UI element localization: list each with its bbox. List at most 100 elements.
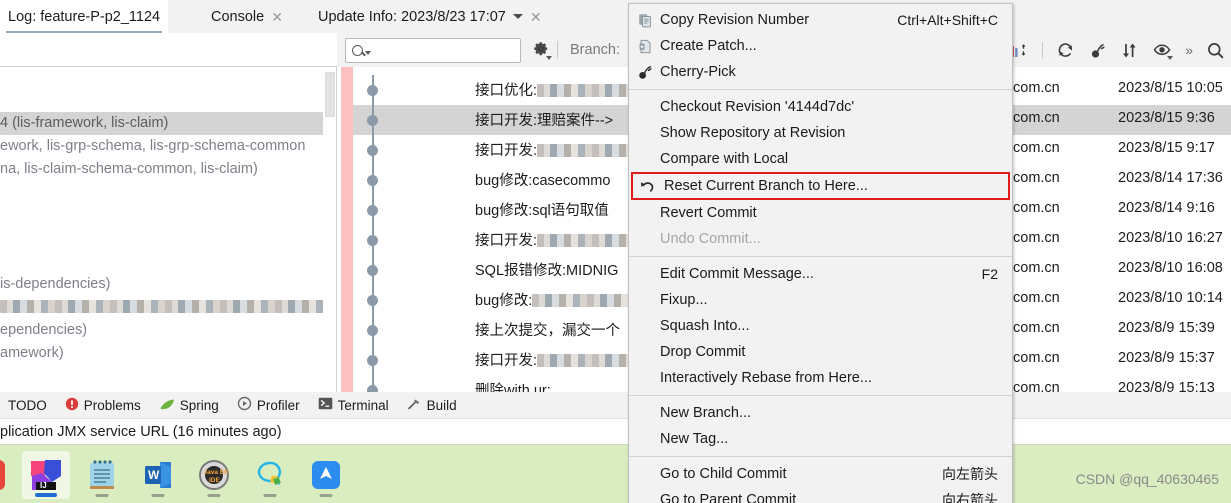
tool-button-spring[interactable]: Spring [159, 397, 219, 414]
menu-item-label: Copy Revision Number [660, 12, 810, 28]
tool-button-profiler[interactable]: Profiler [237, 396, 300, 414]
commit-date: 2023/8/10 10:14 [1118, 290, 1223, 306]
svg-text:Java EE: Java EE [204, 469, 230, 476]
cherry-pick-icon[interactable] [1088, 41, 1107, 60]
reset-icon [637, 178, 657, 194]
settings-button[interactable] [532, 40, 552, 60]
chat-icon[interactable] [246, 451, 294, 499]
menu-item-go-to-parent-commit[interactable]: Go to Parent Commit 向右箭头 [629, 487, 1012, 503]
search-icon[interactable] [1206, 41, 1225, 60]
menu-item-revert-commit[interactable]: Revert Commit [629, 200, 1012, 226]
profiler-icon [237, 396, 252, 414]
menu-item-label: Create Patch... [660, 38, 757, 54]
navigation-app-icon[interactable] [302, 451, 350, 499]
menu-separator [629, 456, 1012, 457]
menu-item-label: Revert Commit [660, 205, 757, 221]
menu-item-copy-revision-number[interactable]: Copy Revision Number Ctrl+Alt+Shift+C [629, 7, 1012, 33]
detail-pane-scrollbar[interactable] [325, 72, 335, 117]
chevron-down-icon[interactable] [546, 56, 552, 60]
terminal-icon [318, 397, 333, 413]
detail-row [0, 250, 323, 273]
log-toolbar: Branch: » [0, 33, 1231, 67]
menu-item-cherry-pick[interactable]: Cherry-Pick [629, 59, 1012, 85]
tab-log-label: Log: feature-P-p2_1124 [8, 8, 161, 25]
javaee-ide-icon[interactable]: Java EE IDE [190, 451, 238, 499]
close-icon[interactable]: ✕ [530, 10, 542, 24]
detail-row-text: ependencies) [0, 322, 88, 338]
menu-item-reset-current-branch-to-here[interactable]: Reset Current Branch to Here... [631, 172, 1010, 200]
tool-button-todo[interactable]: TODO [8, 398, 47, 413]
notepad-icon[interactable] [78, 451, 126, 499]
graph-node [367, 84, 378, 96]
chevron-down-icon[interactable] [365, 50, 371, 55]
detail-row: amework) [0, 342, 323, 365]
sort-icon[interactable] [1120, 41, 1139, 60]
detail-row [0, 227, 323, 250]
toolbar-left-filler [0, 33, 337, 67]
detail-row-text: amework) [0, 345, 64, 361]
menu-item-compare-with-local[interactable]: Compare with Local [629, 146, 1012, 172]
menu-item-fixup[interactable]: Fixup... [629, 287, 1012, 313]
cherry-pick-icon [635, 64, 655, 80]
intellij-idea-icon[interactable]: IJ [22, 451, 70, 499]
refresh-icon[interactable] [1056, 41, 1075, 60]
commit-author: com.cn [1013, 170, 1060, 186]
taskbar-partial-icon[interactable] [0, 451, 14, 499]
menu-item-label: Checkout Revision '4144d7dc' [660, 99, 855, 115]
graph-node [367, 384, 378, 392]
menu-item-checkout-revision[interactable]: Checkout Revision '4144d7dc' [629, 94, 1012, 120]
active-indicator [35, 493, 57, 497]
commit-author: com.cn [1013, 140, 1060, 156]
commit-author: com.cn [1013, 350, 1060, 366]
menu-item-label: Go to Child Commit [660, 466, 787, 482]
menu-item-squash-into[interactable]: Squash Into... [629, 313, 1012, 339]
problems-label: Problems [83, 397, 141, 413]
menu-item-create-patch[interactable]: Create Patch... [629, 33, 1012, 59]
menu-item-label: Show Repository at Revision [660, 125, 846, 141]
chevron-down-icon[interactable] [1167, 55, 1174, 60]
tab-console[interactable]: Console ✕ [203, 0, 291, 33]
menu-item-shortcut: Ctrl+Alt+Shift+C [897, 12, 998, 28]
os-taskbar: IJ W Java EE IDE CSDN @qq_40630465 [0, 444, 1231, 503]
tool-button-problems[interactable]: Problems [65, 397, 141, 414]
more-icon[interactable]: » [1185, 42, 1193, 58]
detail-row: 4 (lis-framework, lis-claim) [0, 112, 323, 135]
eye-icon[interactable] [1152, 41, 1174, 60]
commit-author: com.cn [1013, 80, 1060, 96]
menu-item-label: New Tag... [660, 431, 729, 447]
running-indicator [151, 494, 165, 497]
menu-item-shortcut: F2 [981, 266, 998, 282]
tool-button-build[interactable]: Build [407, 396, 457, 414]
tool-button-terminal[interactable]: Terminal [318, 397, 389, 413]
chevron-down-icon[interactable] [512, 14, 523, 19]
menu-item-label: Go to Parent Commit [660, 492, 797, 503]
word-icon[interactable]: W [134, 451, 182, 499]
detail-row [0, 204, 323, 227]
menu-item-new-branch[interactable]: New Branch... [629, 400, 1012, 426]
tab-update-info[interactable]: Update Info: 2023/8/23 17:07 ✕ [310, 0, 550, 33]
search-input[interactable] [345, 38, 521, 63]
commit-date: 2023/8/9 15:37 [1118, 350, 1215, 366]
menu-item-go-to-child-commit[interactable]: Go to Child Commit 向左箭头 [629, 461, 1012, 487]
menu-item-label: Interactively Rebase from Here... [660, 370, 872, 386]
tab-console-label: Console [211, 8, 265, 25]
error-icon [65, 397, 79, 414]
commit-author: com.cn [1013, 290, 1060, 306]
tab-log[interactable]: Log: feature-P-p2_1124 [0, 0, 169, 33]
spring-label: Spring [179, 397, 219, 413]
menu-item-show-repository-at-revision[interactable]: Show Repository at Revision [629, 120, 1012, 146]
build-label: Build [426, 397, 457, 413]
menu-item-new-tag[interactable]: New Tag... [629, 426, 1012, 452]
commit-date: 2023/8/10 16:08 [1118, 260, 1223, 276]
menu-item-label: Edit Commit Message... [660, 266, 814, 282]
ide-window: Log: feature-P-p2_1124 Console ✕ Update … [0, 0, 1231, 503]
close-icon[interactable]: ✕ [271, 10, 283, 24]
redacted-text [0, 300, 323, 313]
menu-item-drop-commit[interactable]: Drop Commit [629, 339, 1012, 365]
branch-label: Branch: [570, 42, 620, 58]
svg-text:W: W [148, 468, 160, 482]
commit-author: com.cn [1013, 200, 1060, 216]
menu-item-label: New Branch... [660, 405, 752, 421]
menu-item-interactively-rebase-from-here[interactable]: Interactively Rebase from Here... [629, 365, 1012, 391]
menu-item-edit-commit-message[interactable]: Edit Commit Message... F2 [629, 261, 1012, 287]
